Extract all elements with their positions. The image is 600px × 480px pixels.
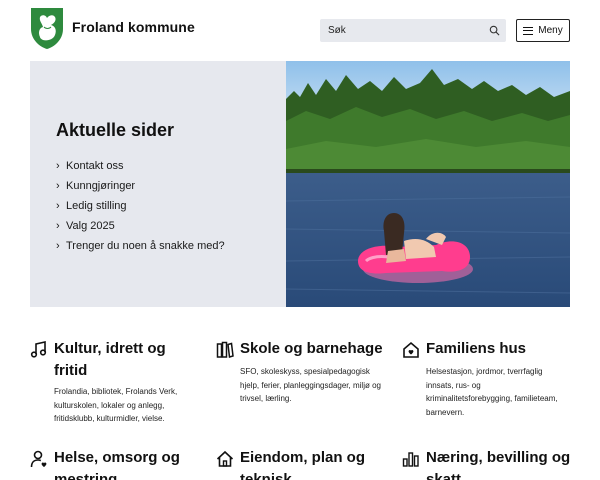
search-icon[interactable] [489,25,500,36]
category-description: Frolandia, bibliotek, Frolands Verk, kul… [54,387,178,423]
featured-link-election[interactable]: › Valg 2025 [56,216,225,236]
featured-link-contact[interactable]: › Kontakt oss [56,156,225,176]
chevron-right-icon: › [56,220,60,232]
chevron-right-icon: › [56,180,60,192]
music-note-icon [30,341,47,358]
category-title: Eiendom, plan og teknisk [240,449,366,480]
hamburger-icon [523,26,534,35]
search-input[interactable] [320,19,485,42]
school-books-icon [216,341,234,358]
featured-pages-title: Aktuelle sider [56,120,175,140]
category-family[interactable]: Familiens hus Helsestasjon, jordmor, tve… [402,340,572,419]
froland-coat-of-arms-icon[interactable] [30,7,64,50]
chevron-right-icon: › [56,160,60,172]
bar-chart-icon [402,452,419,467]
hero-section: Aktuelle sider › Kontakt oss › Kunngjøring… [30,61,570,307]
chevron-right-icon: › [56,200,60,212]
site-name[interactable]: Froland kommune [72,19,195,35]
site-header: Froland kommune Meny [0,0,600,60]
family-house-icon [403,341,419,358]
category-school[interactable]: Skole og barnehage SFO, skoleskyss, spes… [216,340,392,406]
chevron-right-icon: › [56,240,60,252]
menu-button[interactable]: Meny [516,19,570,42]
category-description: SFO, skoleskyss, spesialpedagogisk hjelp… [240,367,381,403]
featured-link-jobs[interactable]: › Ledig stilling [56,196,225,216]
category-property[interactable]: Eiendom, plan og teknisk [216,449,386,480]
category-title: Kultur, idrett og fritid [54,340,166,379]
category-health[interactable]: Helse, omsorg og mestring [30,449,200,480]
featured-link-announcements[interactable]: › Kunngjøringer [56,176,225,196]
menu-label: Meny [538,25,563,36]
category-title: Helse, omsorg og mestring [54,449,180,480]
health-care-icon [30,450,47,468]
category-title: Familiens hus [426,340,527,357]
hero-image [286,61,570,307]
featured-link-talk[interactable]: › Trenger du noen å snakke med? [56,236,225,256]
category-business[interactable]: Næring, bevilling og skatt [402,449,572,480]
category-title: Næring, bevilling og skatt [426,449,571,480]
category-title: Skole og barnehage [240,340,383,357]
search-box [320,19,506,42]
category-description: Helsestasjon, jordmor, tverrfaglig innsa… [426,367,558,417]
house-icon [216,450,234,467]
featured-links-list: › Kontakt oss › Kunngjøringer › Ledig still… [56,156,225,256]
category-culture[interactable]: Kultur, idrett og fritid Frolandia, bibl… [30,340,200,426]
featured-pages-panel: Aktuelle sider › Kontakt oss › Kunngjøring… [30,61,286,307]
